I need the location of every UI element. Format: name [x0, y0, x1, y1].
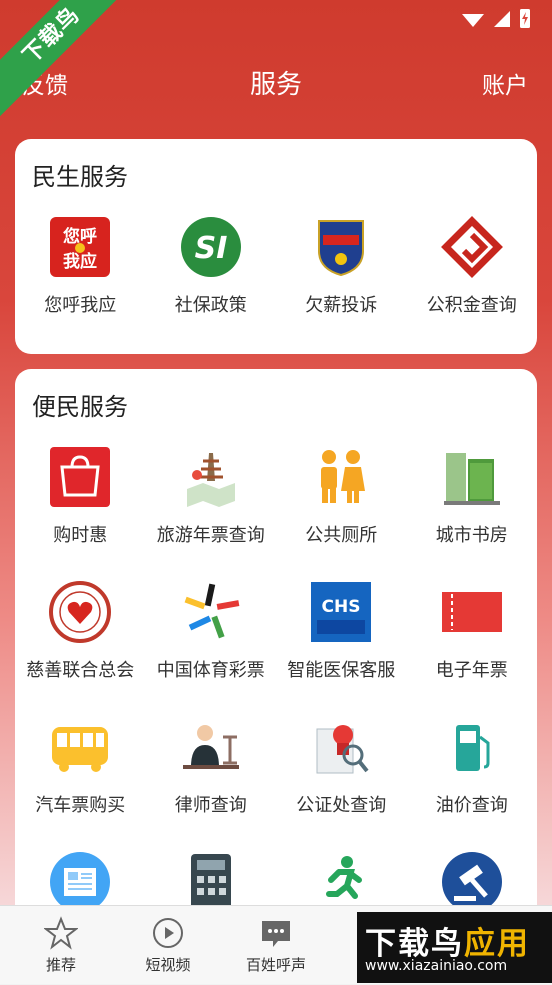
service-label: 欠薪投诉: [305, 295, 378, 316]
service-item-wage-complaint[interactable]: 欠薪投诉: [276, 215, 407, 350]
service-label: 公共厕所: [305, 525, 378, 546]
service-label: 您呼我应: [44, 295, 117, 316]
service-label: 慈善联合总会: [26, 660, 135, 681]
page-title: 服务: [249, 70, 302, 100]
tab-label: 百姓呼声: [245, 956, 306, 974]
service-item-notary[interactable]: 公证处查询: [276, 715, 407, 850]
service-item-housing-fund[interactable]: 公积金查询: [407, 215, 538, 350]
service-label: 汽车票购买: [35, 795, 126, 816]
tab-public-voice[interactable]: 百姓呼声: [226, 916, 326, 975]
wifi-icon: [462, 14, 484, 27]
watermark-banner: 下载鸟应用 www.xiazainiao.com: [357, 912, 552, 983]
svg-text:我应: 我应: [63, 251, 97, 272]
tab-short-video[interactable]: 短视频: [118, 916, 218, 975]
service-label: 公积金查询: [426, 295, 517, 316]
convenience-services-card: 便民服务 购时惠 旅游年票查询 公共厕所 城市书房 慈善联合总会 中国体育彩票 …: [15, 369, 537, 929]
svg-text:CHS: CHS: [322, 597, 361, 617]
service-item-public-toilet[interactable]: 公共厕所: [276, 445, 407, 580]
restroom-icon: [321, 450, 366, 503]
charity-heart-seal-icon: [49, 581, 112, 643]
service-label: 电子年票: [435, 660, 508, 681]
signal-icon: [494, 11, 510, 27]
book-building-icon: [443, 453, 500, 505]
section-title: 便民服务: [32, 393, 128, 421]
star-icon: [44, 916, 78, 950]
service-item-e-ticket[interactable]: 电子年票: [407, 580, 538, 715]
notary-stamp-icon: [316, 725, 369, 774]
sports-lottery-icon: [184, 583, 240, 639]
service-item-sports-lottery[interactable]: 中国体育彩票: [146, 580, 277, 715]
service-grid: 您呼 我应 您呼我应 SI 社保政策 欠薪投诉 公积金查询: [15, 215, 537, 350]
livelihood-services-card: 民生服务 您呼 我应 您呼我应 SI 社保政策 欠薪投诉 公积金查询: [15, 139, 537, 354]
service-item-charity[interactable]: 慈善联合总会: [15, 580, 146, 715]
watermark-url: www.xiazainiao.com: [365, 958, 508, 974]
service-item-fuel-price[interactable]: 油价查询: [407, 715, 538, 850]
tab-recommend[interactable]: 推荐: [11, 916, 111, 975]
service-item-shopping[interactable]: 购时惠: [15, 445, 146, 580]
shopping-bag-icon: [50, 447, 111, 507]
service-item-city-library[interactable]: 城市书房: [407, 445, 538, 580]
chat-bubble-icon: [262, 921, 290, 947]
tab-label: 短视频: [145, 956, 191, 974]
si-logo-icon: SI: [180, 217, 241, 277]
play-circle-icon: [153, 918, 183, 948]
bus-icon: [52, 727, 109, 772]
fuel-pump-icon: [455, 725, 490, 771]
lawyer-icon: [182, 725, 239, 769]
pagoda-map-icon: [186, 453, 235, 507]
service-item-bus-ticket[interactable]: 汽车票购买: [15, 715, 146, 850]
watermark-brand-b: 应用: [464, 926, 530, 962]
service-label: 社保政策: [174, 295, 247, 316]
service-label: 油价查询: [435, 795, 508, 816]
account-button[interactable]: 账户: [482, 66, 528, 100]
service-item-travel-ticket[interactable]: 旅游年票查询: [146, 445, 277, 580]
service-label: 城市书房: [435, 525, 508, 546]
service-label: 公证处查询: [296, 795, 387, 816]
service-label: 律师查询: [174, 795, 247, 816]
top-bar: 反馈 服务 账户: [0, 58, 552, 104]
service-label: 购时惠: [53, 525, 108, 546]
housing-fund-logo-icon: [440, 216, 503, 278]
red-call-badge-icon: 您呼 我应: [50, 217, 111, 277]
section-title: 民生服务: [32, 163, 128, 191]
service-label: 中国体育彩票: [156, 660, 265, 681]
ticket-icon: [441, 592, 502, 632]
service-grid: 购时惠 旅游年票查询 公共厕所 城市书房 慈善联合总会 中国体育彩票 CHS 智…: [15, 445, 537, 985]
service-item-social-security[interactable]: SI 社保政策: [146, 215, 277, 350]
status-icons: [462, 9, 530, 28]
watermark-brand: 下载鸟应用: [365, 918, 530, 963]
service-item-call-response[interactable]: 您呼 我应 您呼我应: [15, 215, 146, 350]
service-item-lawyer[interactable]: 律师查询: [146, 715, 277, 850]
svg-text:SI: SI: [194, 231, 227, 266]
service-label: 智能医保客服: [287, 660, 396, 681]
watermark-brand-a: 下载鸟: [365, 926, 464, 962]
labor-supervision-badge-icon: [318, 220, 365, 277]
tab-label: 推荐: [45, 956, 76, 974]
service-item-medical-insurance[interactable]: CHS 智能医保客服: [276, 580, 407, 715]
service-label: 旅游年票查询: [156, 525, 265, 546]
medical-insurance-icon: CHS: [311, 582, 372, 642]
